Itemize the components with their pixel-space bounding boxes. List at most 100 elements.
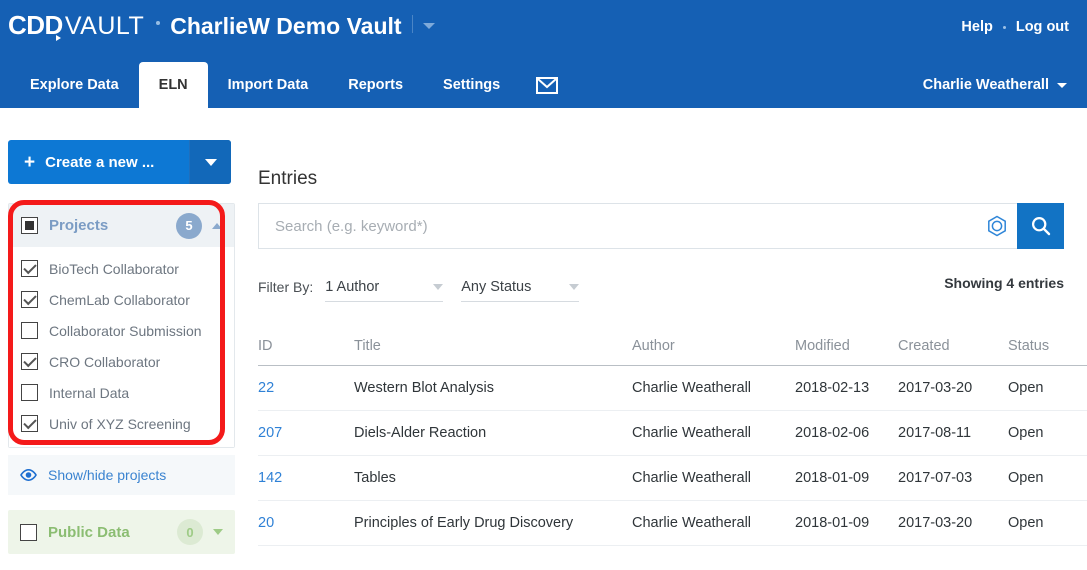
public-data-checkbox[interactable] (20, 523, 37, 541)
entry-id-link[interactable]: 207 (258, 425, 354, 441)
vault-chevron-down-icon[interactable] (422, 22, 435, 29)
benzene-ring-icon[interactable] (987, 215, 1007, 237)
entry-created: 2017-03-20 (898, 380, 973, 396)
envelope-icon[interactable] (520, 62, 574, 108)
entry-id-link[interactable]: 142 (258, 470, 354, 486)
status-filter-select[interactable]: Any Status (461, 272, 580, 302)
entry-modified: 2018-01-09 (795, 515, 870, 531)
project-checkbox-cro-collaborator[interactable] (21, 353, 38, 370)
entry-author: Charlie Weatherall (632, 380, 752, 396)
author-filter-value: 1 Author (325, 278, 380, 295)
entry-modified: 2018-02-06 (795, 425, 870, 441)
project-label: Collaborator Submission (49, 322, 202, 339)
project-label: ChemLab Collaborator (49, 291, 190, 308)
project-checkbox-internal-data[interactable] (21, 384, 38, 401)
entry-title: Western Blot Analysis (354, 380, 494, 396)
logo-arrow-icon (56, 35, 61, 41)
entry-id-link[interactable]: 22 (258, 380, 354, 396)
search-button[interactable] (1017, 203, 1064, 249)
entry-id-link[interactable]: 20 (258, 515, 354, 531)
entry-status: Open (1008, 515, 1044, 531)
project-label: CRO Collaborator (49, 353, 161, 370)
logo-cdd-text: CDD (8, 10, 63, 40)
projects-count-badge: 5 (176, 212, 202, 239)
chevron-down-icon (569, 283, 580, 290)
help-link[interactable]: Help (961, 19, 992, 35)
table-row[interactable]: 207 Diels-Alder Reaction Charlie Weather… (258, 411, 1087, 456)
column-header-author[interactable]: Author (632, 338, 795, 354)
show-hide-projects-button[interactable]: Show/hide projects (8, 455, 235, 495)
public-data-panel[interactable]: Public Data 0 (8, 510, 235, 554)
project-checkbox-chemlab-collaborator[interactable] (21, 291, 38, 308)
vault-name: CharlieW Demo Vault (170, 13, 402, 39)
chevron-down-icon[interactable] (213, 529, 223, 535)
chevron-down-icon (1057, 82, 1067, 88)
logout-link[interactable]: Log out (1016, 19, 1069, 35)
column-header-title[interactable]: Title (354, 338, 632, 354)
entry-created: 2017-07-03 (898, 470, 973, 486)
tab-settings[interactable]: Settings (423, 62, 520, 108)
entry-created: 2017-03-20 (898, 515, 973, 531)
header-links: Help Log out (961, 19, 1069, 35)
brand-separator-dot (156, 20, 161, 25)
project-checkbox-collaborator-submission[interactable] (21, 322, 38, 339)
tab-import-data[interactable]: Import Data (208, 62, 329, 108)
tab-explore-data[interactable]: Explore Data (10, 62, 139, 108)
list-item[interactable]: Internal Data (9, 377, 234, 408)
main-content: Entries Filter By: (240, 108, 1087, 570)
showing-entries-count: Showing 4 entries (944, 275, 1064, 291)
author-filter-select[interactable]: 1 Author (325, 272, 444, 302)
entry-status: Open (1008, 380, 1044, 396)
sidebar: + Create a new ... Projects 5 BioTech Co… (0, 108, 240, 570)
column-header-created[interactable]: Created (898, 338, 1008, 354)
user-menu[interactable]: Charlie Weatherall (923, 62, 1067, 108)
chevron-up-icon[interactable] (212, 222, 222, 229)
search-input-wrapper (258, 203, 1017, 249)
entry-status: Open (1008, 425, 1044, 441)
header-link-dot (1002, 25, 1006, 29)
page-title: Entries (258, 168, 318, 189)
search-input[interactable] (275, 217, 987, 235)
table-header-row: ID Title Author Modified Created Status (258, 326, 1087, 366)
status-filter-value: Any Status (461, 278, 532, 295)
plus-icon: + (24, 151, 36, 173)
table-row[interactable]: 20 Principles of Early Drug Discovery Ch… (258, 501, 1087, 546)
list-item[interactable]: BioTech Collaborator (9, 253, 234, 284)
project-label: Univ of XYZ Screening (49, 415, 191, 432)
entry-title: Diels-Alder Reaction (354, 425, 487, 441)
tab-eln[interactable]: ELN (138, 62, 208, 108)
vault-divider (411, 14, 413, 33)
table-row[interactable]: 22 Western Blot Analysis Charlie Weather… (258, 366, 1087, 411)
entry-author: Charlie Weatherall (632, 425, 752, 441)
entry-modified: 2018-01-09 (795, 470, 870, 486)
table-row[interactable]: 142 Tables Charlie Weatherall 2018-01-09… (258, 456, 1087, 501)
projects-select-all-checkbox[interactable] (21, 217, 38, 234)
search-bar (258, 203, 1064, 249)
list-item[interactable]: ChemLab Collaborator (9, 284, 234, 315)
eye-icon (20, 469, 37, 481)
chevron-down-icon (204, 158, 217, 166)
project-checkbox-biotech-collaborator[interactable] (21, 260, 38, 277)
column-header-modified[interactable]: Modified (795, 338, 898, 354)
chevron-down-icon (433, 283, 444, 290)
entry-status: Open (1008, 470, 1044, 486)
list-item[interactable]: Collaborator Submission (9, 315, 234, 346)
public-data-count-badge: 0 (177, 519, 203, 545)
brand-row: CDD VAULT CharlieW Demo Vault (8, 10, 435, 41)
list-item[interactable]: Univ of XYZ Screening (9, 408, 234, 439)
projects-panel-header[interactable]: Projects 5 (9, 204, 234, 247)
project-checkbox-univ-of-xyz-screening[interactable] (21, 415, 38, 432)
column-header-id[interactable]: ID (258, 338, 354, 354)
filter-row: Filter By: 1 Author Any Status Showing 4… (258, 270, 1064, 304)
entry-title: Tables (354, 470, 396, 486)
entries-table: ID Title Author Modified Created Status … (258, 326, 1087, 546)
tab-reports[interactable]: Reports (328, 62, 423, 108)
create-new-dropdown-toggle[interactable] (189, 140, 231, 184)
top-header: CDD VAULT CharlieW Demo Vault Help Log o… (0, 0, 1087, 62)
entry-author: Charlie Weatherall (632, 470, 752, 486)
cdd-vault-logo[interactable]: CDD VAULT (8, 10, 144, 41)
list-item[interactable]: CRO Collaborator (9, 346, 234, 377)
create-new-button[interactable]: + Create a new ... (8, 140, 231, 184)
entry-title: Principles of Early Drug Discovery (354, 515, 574, 531)
column-header-status[interactable]: Status (1008, 338, 1087, 354)
